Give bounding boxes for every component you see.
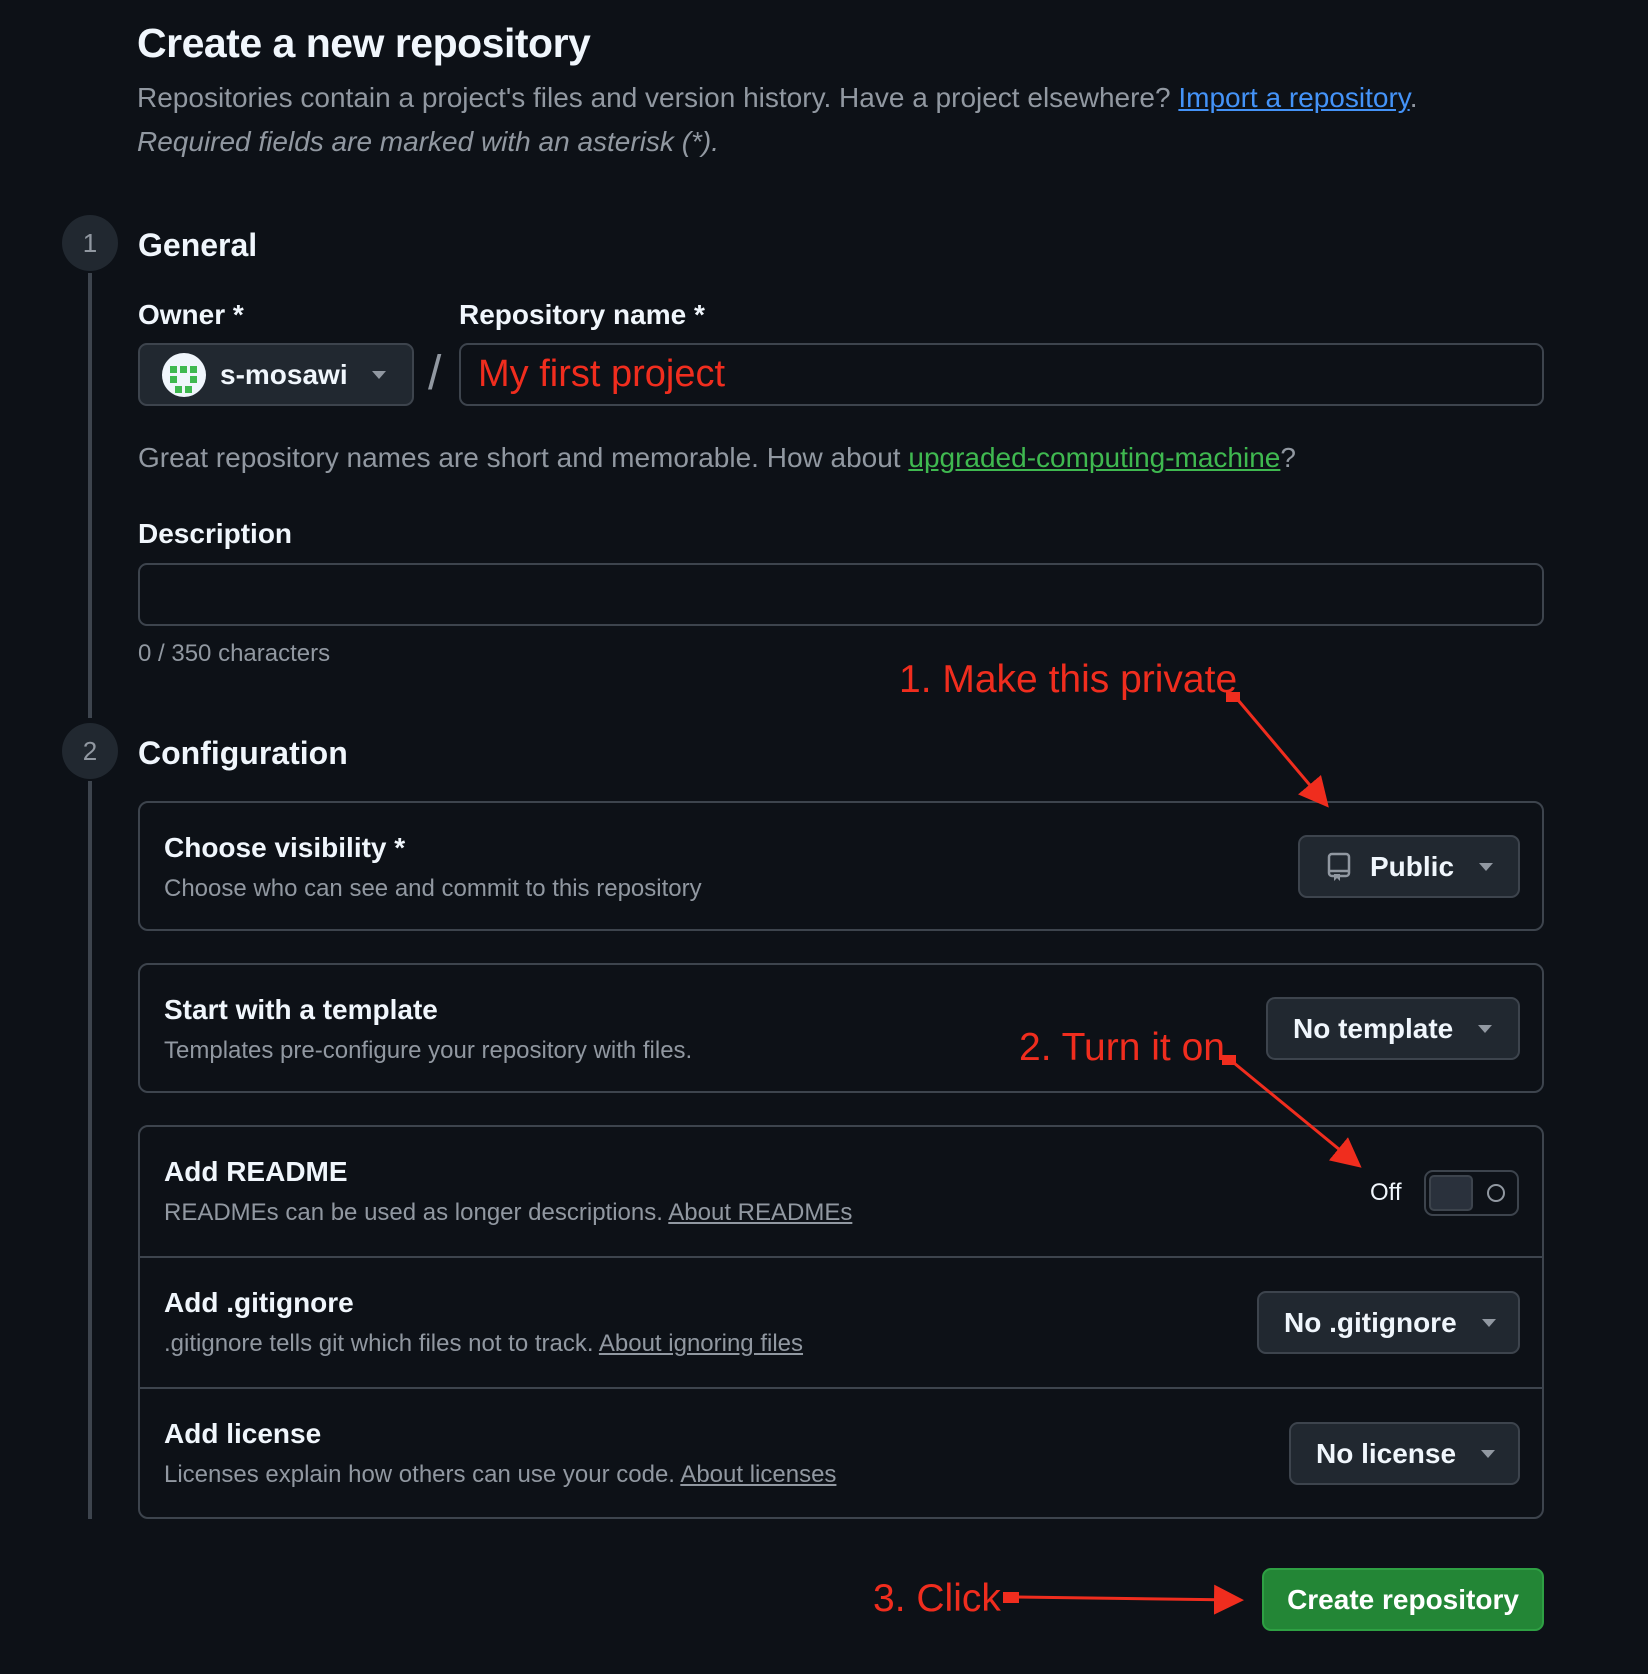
arrow-to-visibility <box>1226 692 1329 808</box>
annotation-arrows <box>1003 692 1362 1615</box>
arrow-to-create-button <box>1003 1584 1244 1615</box>
arrow-to-readme-toggle <box>1222 1055 1362 1168</box>
